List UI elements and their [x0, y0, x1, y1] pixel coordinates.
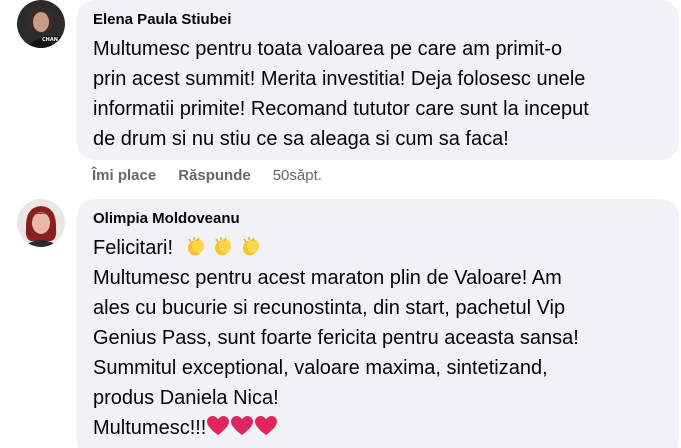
- clapping-hands-icon: [187, 237, 204, 256]
- clapping-hands-icon: [242, 237, 259, 256]
- comment-thread: CHAN Elena Paula Stiubei Multumesc pentr…: [0, 0, 681, 448]
- clapping-hands-emoji: [240, 235, 262, 257]
- clapping-hands-icon: [215, 237, 232, 256]
- comment-text-line: Multumesc pentru acest maraton plin de V…: [93, 267, 562, 289]
- avatar[interactable]: [17, 199, 65, 247]
- avatar-badge-text: CHAN: [42, 37, 58, 43]
- comment-text-line: Multumesc pentru toata valoarea pe care …: [93, 38, 563, 60]
- reply-button[interactable]: Răspunde: [178, 167, 251, 184]
- comment-actions: Îmi place Răspunde 50săpt.: [92, 167, 322, 184]
- profile-photo-elena: CHAN: [17, 0, 65, 48]
- comment-text-line: Felicitari!: [93, 233, 663, 263]
- red-heart-icon: [207, 416, 230, 435]
- comment-text-line: ales cu bucurie si recunostinta, din sta…: [93, 297, 566, 319]
- comment-text-line: prin acest summit! Merita investitia! De…: [93, 68, 586, 90]
- comment-author[interactable]: Elena Paula Stiubei: [93, 10, 663, 30]
- heart-emoji: [254, 415, 278, 437]
- heart-emoji: [230, 415, 254, 437]
- comment-text-line: Multumesc!!!: [93, 413, 663, 443]
- red-heart-icon: [255, 416, 278, 435]
- comment-text: Felicitari!: [93, 237, 174, 259]
- like-button[interactable]: Îmi place: [92, 167, 156, 184]
- comment-author[interactable]: Olimpia Moldoveanu: [93, 209, 663, 229]
- profile-photo-olimpia: [17, 199, 65, 247]
- comment-text-line: Summitul exceptional, valoare maxima, si…: [93, 357, 548, 379]
- clapping-hands-emoji: [212, 235, 234, 257]
- comment-timestamp[interactable]: 50săpt.: [273, 167, 322, 184]
- comment-text-line: de drum si nu stiu ce sa aleaga si cum s…: [93, 128, 509, 150]
- red-heart-icon: [231, 416, 254, 435]
- comment-text-line: informatii primite! Recomand tututor car…: [93, 98, 589, 120]
- comment-text-line: Genius Pass, sunt foarte fericita pentru…: [93, 327, 579, 349]
- comment-text-line: produs Daniela Nica!: [93, 387, 279, 409]
- comment-bubble: Elena Paula Stiubei Multumesc pentru toa…: [77, 0, 679, 160]
- clapping-hands-emoji: [185, 235, 207, 257]
- avatar[interactable]: CHAN: [17, 0, 65, 48]
- comment-text: Multumesc!!!: [93, 417, 207, 439]
- comment-bubble: Olimpia Moldoveanu Felicitari! Multumesc…: [77, 199, 679, 448]
- heart-emoji: [206, 415, 230, 437]
